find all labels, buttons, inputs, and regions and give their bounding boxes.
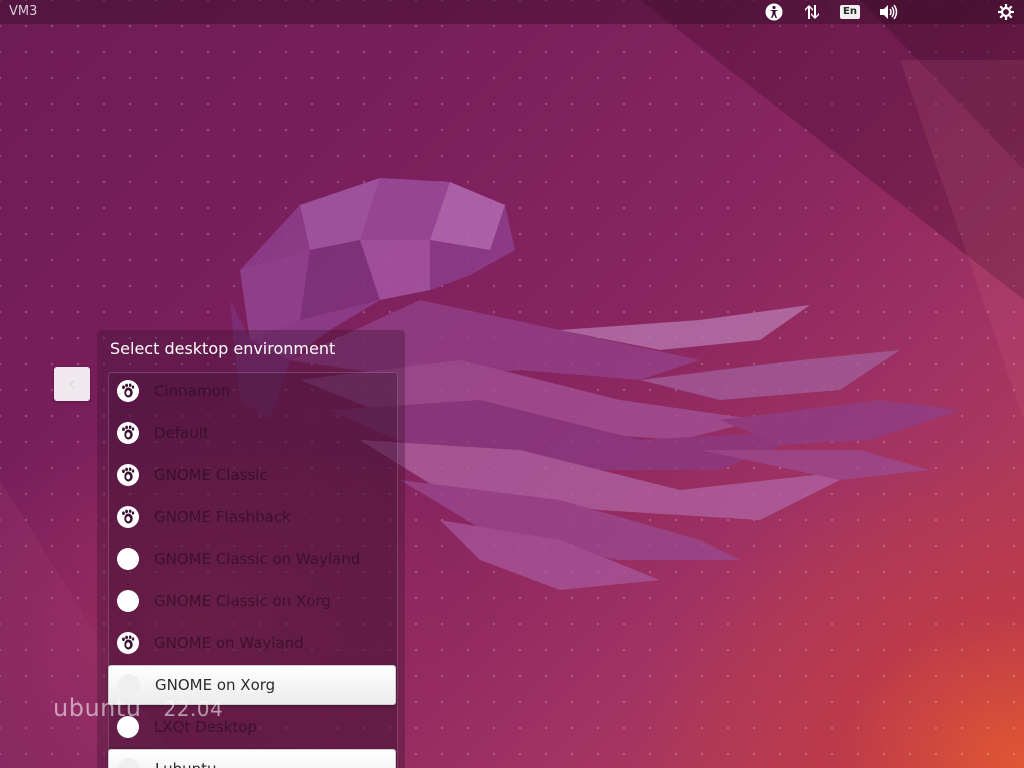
- session-label: GNOME Classic on Wayland: [154, 550, 361, 568]
- blank-circle-icon: [117, 548, 139, 570]
- blank-circle-icon: [117, 590, 139, 612]
- keyboard-layout-label: En: [840, 5, 860, 19]
- gnome-foot-icon: [117, 506, 139, 528]
- hostname-label: VM3: [9, 4, 38, 19]
- session-label: Default: [154, 424, 209, 442]
- chevron-left-icon: ‹: [67, 371, 77, 397]
- ubuntu-version: 22.04: [163, 697, 224, 721]
- session-item[interactable]: GNOME Flashback: [108, 497, 396, 537]
- session-label: GNOME Flashback: [154, 508, 291, 526]
- back-button[interactable]: ‹: [54, 367, 90, 401]
- session-label: GNOME on Xorg: [155, 676, 276, 694]
- dialog-title: Select desktop environment: [110, 339, 336, 358]
- session-item[interactable]: GNOME Classic on Wayland: [108, 539, 396, 579]
- blank-circle-icon: [118, 674, 140, 696]
- session-label: GNOME on Wayland: [154, 634, 304, 652]
- session-item[interactable]: GNOME Classic on Xorg: [108, 581, 396, 621]
- session-item[interactable]: Default: [108, 413, 396, 453]
- session-item[interactable]: Cinnamon: [108, 371, 396, 411]
- volume-icon[interactable]: [878, 2, 898, 22]
- session-label: GNOME Classic on Xorg: [154, 592, 331, 610]
- gnome-foot-icon: [117, 380, 139, 402]
- session-label: GNOME Classic: [154, 466, 268, 484]
- session-label: Cinnamon: [154, 382, 231, 400]
- gnome-foot-icon: [117, 632, 139, 654]
- ubuntu-logo-text: ubuntu: [53, 694, 142, 722]
- top-panel: VM3 En: [0, 0, 1024, 24]
- keyboard-layout-icon[interactable]: En: [840, 2, 860, 22]
- accessibility-icon[interactable]: [764, 2, 784, 22]
- power-settings-icon[interactable]: [996, 2, 1016, 22]
- indicator-area: En: [746, 2, 1016, 22]
- session-item[interactable]: GNOME Classic: [108, 455, 396, 495]
- blank-circle-icon: [118, 758, 140, 768]
- ubuntu-branding: ubuntu 22.04: [53, 694, 223, 722]
- session-item[interactable]: Lubuntu: [108, 749, 396, 768]
- gnome-foot-icon: [117, 422, 139, 444]
- session-item[interactable]: GNOME on Wayland: [108, 623, 396, 663]
- gnome-foot-icon: [117, 464, 139, 486]
- network-icon[interactable]: [802, 2, 822, 22]
- session-label: Lubuntu: [155, 760, 217, 768]
